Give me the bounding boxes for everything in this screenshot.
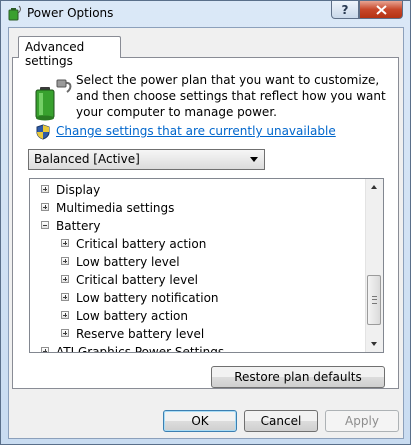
restore-plan-defaults-button[interactable]: Restore plan defaults xyxy=(211,366,385,388)
tree-item-label: Low battery level xyxy=(76,255,180,269)
tree-item-label: Battery xyxy=(56,219,101,233)
tree-item-label: Critical battery level xyxy=(76,273,198,287)
expand-icon[interactable] xyxy=(61,293,69,301)
expand-icon[interactable] xyxy=(61,275,69,283)
collapse-icon[interactable] xyxy=(41,221,49,229)
scroll-up-icon[interactable] xyxy=(371,185,377,189)
close-icon xyxy=(375,4,387,15)
expand-icon[interactable] xyxy=(61,239,69,247)
help-button[interactable]: ? xyxy=(331,1,359,19)
power-options-icon xyxy=(8,5,21,21)
grip-icon xyxy=(372,296,377,304)
tree-item-label: Reserve battery level xyxy=(76,327,205,341)
intro-text: Select the power plan that you want to c… xyxy=(76,73,386,119)
tree-item-label: Critical battery action xyxy=(76,237,207,251)
expand-icon[interactable] xyxy=(61,311,69,319)
tree-item-label: Low battery action xyxy=(76,309,188,323)
change-settings-link[interactable]: Change settings that are currently unava… xyxy=(56,124,336,138)
dialog-body: Advanced settings Select the power plan … xyxy=(8,27,404,439)
power-plan-value: Balanced [Active] xyxy=(34,152,140,166)
expand-icon[interactable] xyxy=(41,347,49,352)
chevron-down-icon xyxy=(250,157,258,162)
apply-button[interactable]: Apply xyxy=(325,410,399,432)
tree-item-label: Display xyxy=(56,183,101,197)
expand-icon[interactable] xyxy=(41,203,49,211)
settings-tree[interactable]: Display Multimedia settings Battery Crit… xyxy=(29,178,384,353)
scrollbar-thumb[interactable] xyxy=(367,275,381,325)
expand-icon[interactable] xyxy=(61,329,69,337)
tab-advanced-settings[interactable]: Advanced settings xyxy=(18,36,121,68)
uac-shield-icon xyxy=(36,124,50,140)
expand-icon[interactable] xyxy=(61,257,69,265)
title-bar[interactable]: Power Options ? xyxy=(1,1,410,27)
battery-plug-icon xyxy=(35,79,72,121)
power-plan-select[interactable]: Balanced [Active] xyxy=(28,149,265,170)
cancel-button[interactable]: Cancel xyxy=(244,410,318,432)
advanced-settings-panel: Select the power plan that you want to c… xyxy=(12,57,399,389)
ok-button[interactable]: OK xyxy=(163,410,237,432)
expand-icon[interactable] xyxy=(41,185,49,193)
close-button[interactable] xyxy=(359,1,403,19)
window-title: Power Options xyxy=(27,6,114,20)
tree-scrollbar[interactable] xyxy=(365,179,383,352)
tree-item-label: Low battery notification xyxy=(76,291,219,305)
tree-item-label: Multimedia settings xyxy=(56,201,175,215)
power-options-window: Power Options ? Advanced settings Select… xyxy=(0,0,411,445)
tree-item-label: ATI Graphics Power Settings xyxy=(56,345,225,353)
scroll-down-icon[interactable] xyxy=(371,342,377,346)
